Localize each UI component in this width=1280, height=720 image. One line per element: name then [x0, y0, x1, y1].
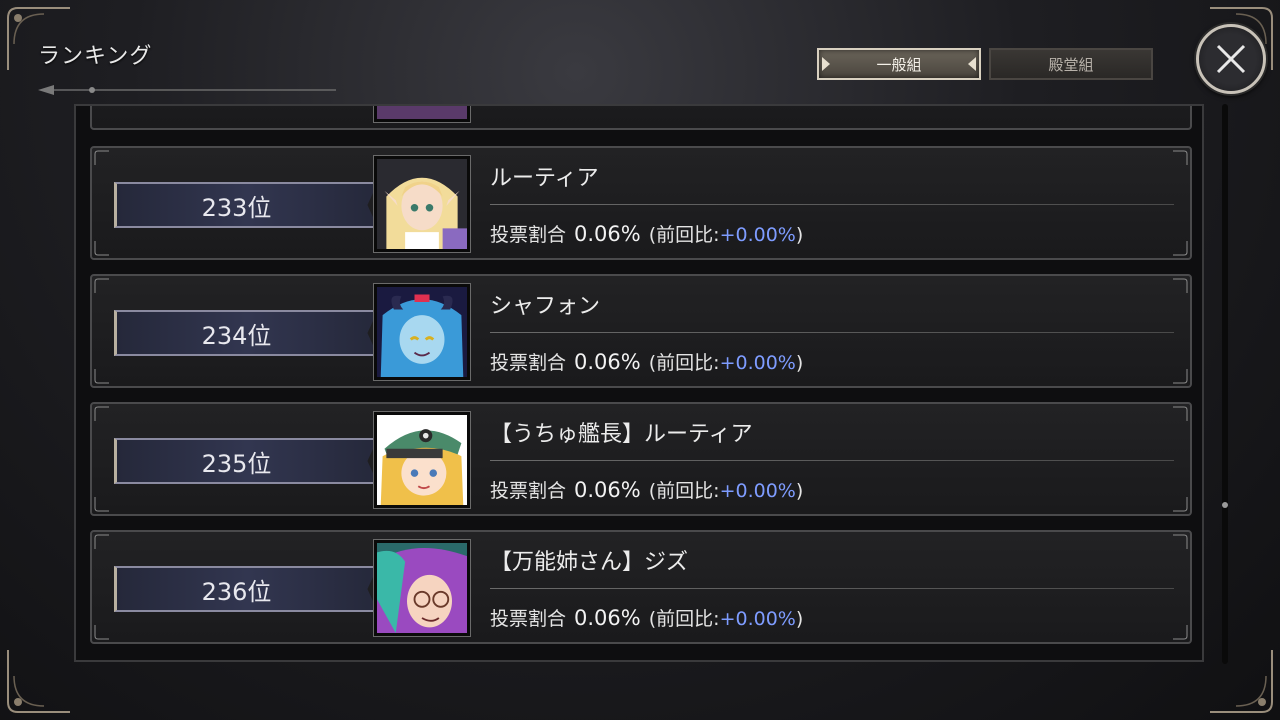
ranking-screen: ランキング 一般組 殿堂組 233位 ルーティア 投票割合 0.06% (前回比… [0, 0, 1280, 720]
rank-badge: 235位 [114, 438, 378, 484]
prev-delta-value: +0.00% [719, 480, 796, 502]
blue-demon-portrait-icon [373, 283, 471, 381]
card-corner-ornament [1173, 625, 1188, 640]
card-corner-ornament [1173, 150, 1188, 165]
close-button[interactable] [1196, 24, 1266, 94]
card-corner-ornament [1173, 406, 1188, 421]
card-corner-ornament [94, 369, 109, 384]
prev-prefix: (前回比: [648, 480, 720, 502]
divider [490, 460, 1174, 461]
divider [490, 204, 1174, 205]
ranking-card[interactable]: 234位 シャフォン 投票割合 0.06% (前回比:+0.00%) [90, 274, 1192, 388]
tab-bar: 一般組 殿堂組 [817, 48, 1153, 80]
divider [490, 588, 1174, 589]
vote-share-value: 0.06% [574, 478, 641, 502]
prev-suffix: ) [795, 224, 804, 246]
vote-share-label: 投票割合 [490, 352, 567, 374]
rank-badge: 233位 [114, 182, 378, 228]
vote-share-label: 投票割合 [490, 608, 567, 630]
card-corner-ornament [94, 241, 109, 256]
prev-delta-value: +0.00% [719, 608, 796, 630]
glasses-portrait-icon [373, 539, 471, 637]
card-corner-ornament [1173, 278, 1188, 293]
prev-prefix: (前回比: [648, 224, 720, 246]
ranking-card[interactable]: 235位 【うちゅ艦長】ルーティア 投票割合 0.06% (前回比:+0.00%) [90, 402, 1192, 516]
character-name: 【うちゅ艦長】ルーティア [490, 422, 753, 447]
character-portrait [373, 106, 471, 123]
card-corner-ornament [94, 534, 109, 549]
prev-prefix: (前回比: [648, 608, 720, 630]
page-title: ランキング [38, 44, 153, 69]
title-underline-ornament [36, 82, 336, 96]
vote-share-label: 投票割合 [490, 480, 567, 502]
card-corner-ornament [1173, 241, 1188, 256]
prev-suffix: ) [795, 608, 804, 630]
prev-suffix: ) [795, 352, 804, 374]
character-name: シャフォン [490, 294, 601, 319]
tab-arrow-right-icon [968, 57, 976, 71]
ranking-card[interactable]: 236位 【万能姉さん】ジズ 投票割合 0.06% (前回比:+0.00%) [90, 530, 1192, 644]
character-name: ルーティア [490, 166, 599, 191]
prev-delta-value: +0.00% [719, 224, 796, 246]
rank-badge: 234位 [114, 310, 378, 356]
vote-share-value: 0.06% [574, 606, 641, 630]
card-corner-ornament [94, 497, 109, 512]
vote-share-value: 0.06% [574, 222, 641, 246]
character-name: 【万能姉さん】ジズ [490, 550, 689, 575]
close-icon [1216, 44, 1246, 74]
vote-share-label: 投票割合 [490, 224, 567, 246]
prev-suffix: ) [795, 480, 804, 502]
divider [490, 332, 1174, 333]
vote-share-row: 投票割合 0.06% (前回比:+0.00%) [490, 476, 803, 503]
tab-label: 一般組 [876, 55, 922, 74]
vote-share-value: 0.06% [574, 350, 641, 374]
vote-share-row: 投票割合 0.06% (前回比:+0.00%) [490, 348, 803, 375]
ranking-list[interactable]: 233位 ルーティア 投票割合 0.06% (前回比:+0.00%) 234位 … [74, 104, 1204, 662]
ranking-card-partial [90, 106, 1192, 130]
card-corner-ornament [94, 625, 109, 640]
tab-general[interactable]: 一般組 [817, 48, 981, 80]
card-corner-ornament [1173, 369, 1188, 384]
frame-corner-ornament [1206, 646, 1276, 716]
card-corner-ornament [1173, 534, 1188, 549]
captain-portrait-icon [373, 411, 471, 509]
elf-blonde-portrait-icon [373, 155, 471, 253]
vote-share-row: 投票割合 0.06% (前回比:+0.00%) [490, 604, 803, 631]
scroll-thumb[interactable] [1222, 502, 1228, 508]
vote-share-row: 投票割合 0.06% (前回比:+0.00%) [490, 220, 803, 247]
tab-label: 殿堂組 [1048, 55, 1094, 74]
tab-arrow-left-icon [822, 57, 830, 71]
card-corner-ornament [94, 406, 109, 421]
ranking-card[interactable]: 233位 ルーティア 投票割合 0.06% (前回比:+0.00%) [90, 146, 1192, 260]
scrollbar[interactable] [1222, 104, 1228, 664]
frame-corner-ornament [4, 646, 74, 716]
card-corner-ornament [1173, 497, 1188, 512]
prev-delta-value: +0.00% [719, 352, 796, 374]
card-corner-ornament [94, 150, 109, 165]
prev-prefix: (前回比: [648, 352, 720, 374]
card-corner-ornament [94, 278, 109, 293]
rank-badge: 236位 [114, 566, 378, 612]
tab-hall-of-fame[interactable]: 殿堂組 [989, 48, 1153, 80]
